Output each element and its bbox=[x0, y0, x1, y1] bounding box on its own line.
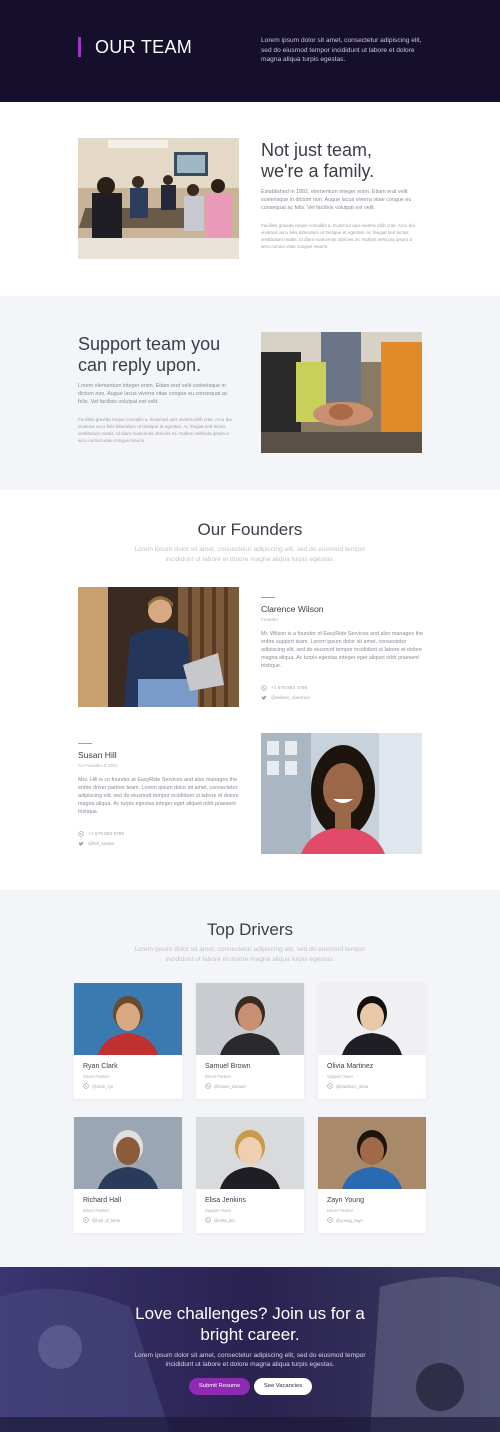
cofounder-role: Co Founder & CEO bbox=[78, 763, 118, 768]
cofounder-twitter-text: @hill_susan bbox=[88, 841, 115, 847]
driver-handle: @elisa_jen bbox=[214, 1217, 235, 1223]
team-meeting-photo bbox=[78, 138, 239, 259]
submit-resume-button[interactable]: Submit Resume bbox=[189, 1378, 250, 1395]
founders-section: Our Founders Lorem ipsum dolor sit amet,… bbox=[0, 490, 500, 890]
driver-social[interactable]: @young_zayn bbox=[327, 1217, 363, 1223]
whatsapp-icon bbox=[205, 1217, 211, 1223]
drivers-section: Top Drivers Lorem ipsum dolor sit amet, … bbox=[0, 890, 500, 1267]
founders-title: Our Founders bbox=[197, 520, 303, 539]
about-heading-line-1: Not just team, bbox=[261, 140, 373, 160]
driver-card[interactable]: Samuel Brown Driver Partner @brown_samuel bbox=[196, 983, 304, 1099]
career-cta-section: Love challenges? Join us for a bright ca… bbox=[0, 1267, 500, 1432]
founder-twitter[interactable]: @wilson_clarence bbox=[261, 695, 310, 701]
founder-role: Founder bbox=[261, 617, 279, 622]
driver-role: Driver Partner bbox=[83, 1074, 110, 1079]
founder-phone[interactable]: +1 579 883 4756 bbox=[261, 685, 307, 691]
see-vacancies-button[interactable]: See Vacancies bbox=[254, 1378, 312, 1395]
founder-photo-susan bbox=[261, 733, 422, 854]
driver-photo bbox=[74, 1117, 182, 1189]
twitter-icon bbox=[78, 841, 84, 846]
about-heading-line-2: we're a family. bbox=[261, 161, 375, 181]
cta-text: Lorem ipsum dolor sit amet, consectetur … bbox=[134, 1352, 366, 1369]
driver-handle: @brown_samuel bbox=[214, 1083, 246, 1089]
whatsapp-icon bbox=[78, 831, 84, 837]
founder-photo-clarence bbox=[78, 587, 239, 707]
driver-role: Support Team bbox=[205, 1208, 231, 1213]
driver-photo bbox=[74, 983, 182, 1055]
cofounder-name: Susan Hill bbox=[78, 750, 117, 760]
whatsapp-icon bbox=[327, 1083, 333, 1089]
driver-handle: @martinez_olivia bbox=[336, 1083, 369, 1089]
cofounder-phone[interactable]: +1 579 883 6795 bbox=[78, 831, 124, 837]
driver-name: Elisa Jenkins bbox=[205, 1197, 246, 1204]
cofounder-bio: Mrs. Hill is co founder at EasyRide Serv… bbox=[78, 777, 239, 815]
whatsapp-icon bbox=[205, 1083, 211, 1089]
support-heading-line-2: can reply upon. bbox=[78, 355, 202, 375]
driver-role: Driver Partner bbox=[83, 1208, 110, 1213]
support-heading: Support team you can reply upon. bbox=[78, 334, 220, 376]
driver-role: Driver Partner bbox=[327, 1208, 354, 1213]
driver-photo bbox=[196, 1117, 304, 1189]
support-paragraph-1: Lorem elementum integer enim. Etiam erat… bbox=[78, 383, 228, 405]
founders-subtitle: Lorem ipsum dolor sit amet, consectetur … bbox=[134, 546, 366, 563]
driver-social[interactable]: @hall_of_fame bbox=[83, 1217, 120, 1223]
whatsapp-icon bbox=[83, 1217, 89, 1223]
whatsapp-icon bbox=[83, 1083, 89, 1089]
driver-handle: @hall_of_fame bbox=[92, 1217, 121, 1223]
driver-card[interactable]: Zayn Young Driver Partner @young_zayn bbox=[318, 1117, 426, 1233]
driver-handle: @young_zayn bbox=[336, 1217, 363, 1223]
whatsapp-icon bbox=[261, 685, 267, 691]
drivers-subtitle: Lorem ipsum dolor sit amet, consectetur … bbox=[134, 946, 366, 963]
driver-role: Driver Partner bbox=[205, 1074, 232, 1079]
driver-name: Samuel Brown bbox=[205, 1063, 251, 1070]
cta-heading-line-2: bright career. bbox=[200, 1325, 300, 1344]
driver-handle: @clark_ryn bbox=[92, 1083, 114, 1089]
twitter-icon bbox=[261, 695, 267, 700]
driver-social[interactable]: @martinez_olivia bbox=[327, 1083, 368, 1089]
driver-card[interactable]: Elisa Jenkins Support Team @elisa_jen bbox=[196, 1117, 304, 1233]
driver-photo bbox=[196, 983, 304, 1055]
driver-name: Olivia Martinez bbox=[327, 1063, 374, 1070]
driver-photo bbox=[318, 983, 426, 1055]
cofounder-phone-text: +1 579 883 6795 bbox=[88, 831, 125, 837]
cofounder-accent-line bbox=[78, 743, 92, 744]
founder-accent-line bbox=[261, 597, 275, 598]
about-section: Not just team, we're a family. Establish… bbox=[0, 102, 500, 296]
cta-heading: Love challenges? Join us for a bright ca… bbox=[100, 1303, 400, 1345]
driver-name: Zayn Young bbox=[327, 1197, 364, 1204]
driver-role: Support Team bbox=[327, 1074, 353, 1079]
support-heading-line-1: Support team you bbox=[78, 334, 221, 354]
founder-twitter-text: @wilson_clarence bbox=[271, 695, 310, 701]
support-paragraph-2: Facilisis gravida neque convallis a. Eui… bbox=[78, 417, 232, 443]
page-header: OUR TEAM Lorem ipsum dolor sit amet, con… bbox=[0, 0, 500, 102]
driver-photo bbox=[318, 1117, 426, 1189]
driver-social[interactable]: @brown_samuel bbox=[205, 1083, 245, 1089]
traffic-background-image bbox=[0, 1267, 500, 1432]
driver-card[interactable]: Olivia Martinez Support Team @martinez_oli… bbox=[318, 983, 426, 1099]
driver-card[interactable]: Richard Hall Driver Partner @hall_of_fame bbox=[74, 1117, 182, 1233]
cta-heading-line-1: Love challenges? Join us for a bbox=[135, 1304, 365, 1323]
driver-name: Richard Hall bbox=[83, 1197, 122, 1204]
driver-name: Ryan Clark bbox=[83, 1063, 118, 1070]
page-title: OUR TEAM bbox=[95, 37, 193, 57]
driver-social[interactable]: @clark_ryn bbox=[83, 1083, 113, 1089]
founder-bio: Mr. Wilson is a founder of EasyRide Serv… bbox=[261, 631, 424, 669]
team-hands-photo bbox=[261, 332, 422, 453]
accent-bar bbox=[78, 37, 81, 57]
drivers-title: Top Drivers bbox=[207, 920, 293, 939]
cofounder-twitter[interactable]: @hill_susan bbox=[78, 841, 114, 847]
driver-card[interactable]: Ryan Clark Driver Partner @clark_ryn bbox=[74, 983, 182, 1099]
about-paragraph-1: Established in 1992, elementum integer e… bbox=[261, 189, 412, 211]
founder-name: Clarence Wilson bbox=[261, 604, 324, 614]
about-heading: Not just team, we're a family. bbox=[261, 140, 374, 182]
about-paragraph-2: Facilisis gravida neque convallis a. Eui… bbox=[261, 223, 415, 249]
whatsapp-icon bbox=[327, 1217, 333, 1223]
header-intro-text: Lorem ipsum dolor sit amet, consectetur … bbox=[261, 37, 422, 64]
founder-phone-text: +1 579 883 4756 bbox=[271, 685, 308, 691]
driver-social[interactable]: @elisa_jen bbox=[205, 1217, 235, 1223]
support-section: Support team you can reply upon. Lorem e… bbox=[0, 296, 500, 490]
